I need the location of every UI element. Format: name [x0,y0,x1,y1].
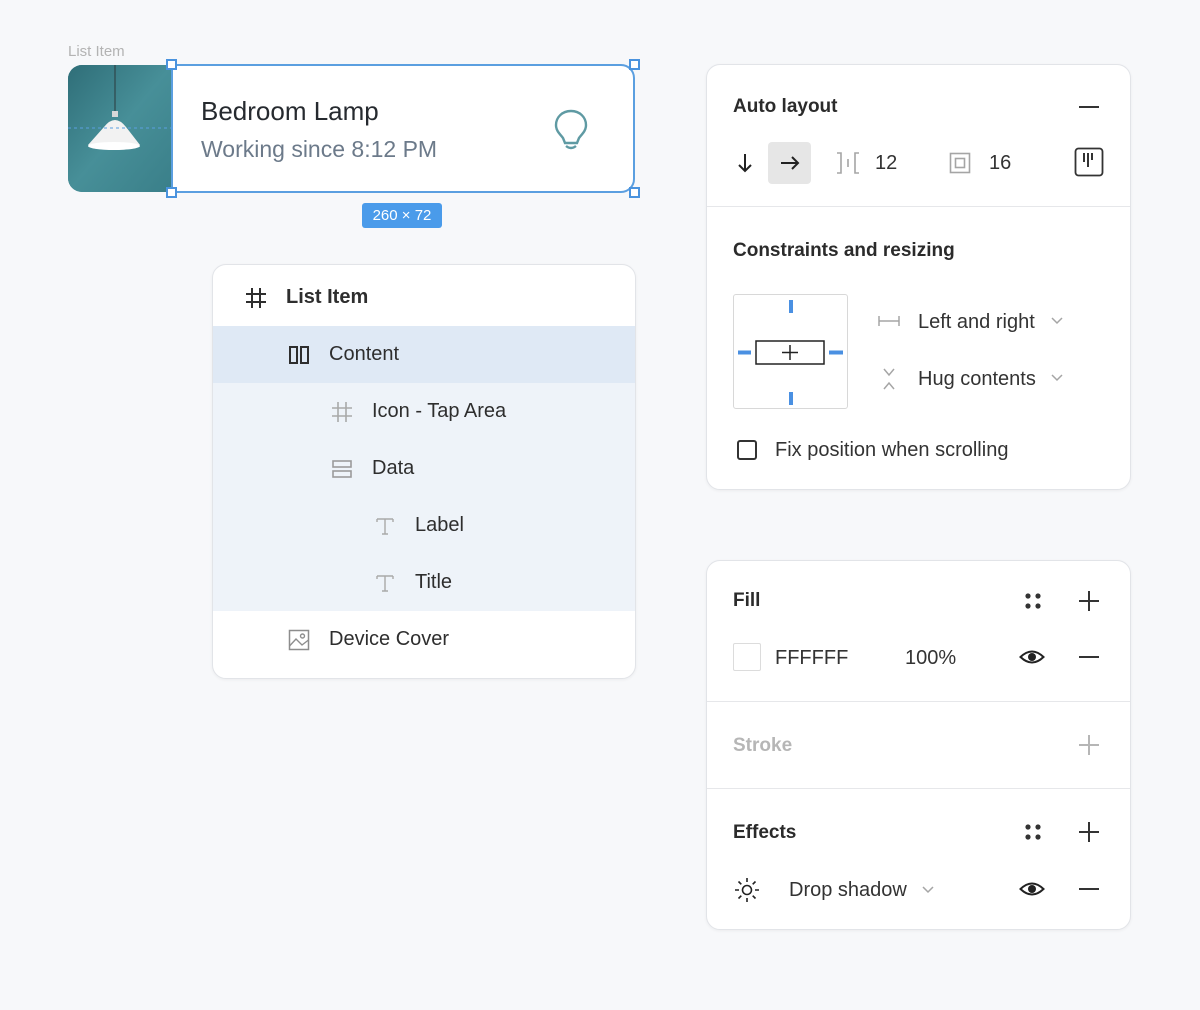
eye-icon [1019,650,1045,664]
layer-label: Data [372,457,415,479]
alignment-button[interactable] [1074,147,1104,177]
plus-icon [1079,591,1099,611]
layer-label: Content [329,343,400,365]
horizontal-constraint-icon [877,311,901,331]
lightbulb-icon[interactable] [553,108,589,155]
add-fill-button[interactable] [1075,587,1103,615]
fill-styles-button[interactable] [1019,587,1047,615]
layer-device-cover[interactable]: Device Cover [213,611,635,668]
chevron-down-icon[interactable] [1050,371,1064,385]
auto-layout-heading: Auto layout [733,96,838,117]
minus-icon [1079,106,1099,108]
rows-layout-icon [330,457,354,481]
card-subtitle: Working since 8:12 PM [201,136,438,162]
remove-effect-button[interactable] [1075,875,1103,903]
vertical-resize-icon [879,367,899,391]
layer-data[interactable]: Data [213,440,635,497]
padding-input[interactable]: 16 [989,152,1011,175]
frame-hash-icon [244,286,268,310]
plus-icon [1079,735,1099,755]
effect-styles-button[interactable] [1019,818,1047,846]
constraints-heading: Constraints and resizing [733,240,955,261]
fix-position-checkbox[interactable] [737,440,757,460]
frame-label[interactable]: List Item [68,43,125,60]
spacing-icon [835,151,861,175]
chevron-down-icon[interactable] [921,883,935,897]
layer-title-text[interactable]: Title [213,554,635,611]
effects-heading: Effects [733,822,797,843]
styles-grid-icon [1025,824,1041,840]
horizontal-constraint-select[interactable]: Left and right [918,311,1035,334]
sun-icon [735,878,759,902]
layer-icon-tap-area[interactable]: Icon - Tap Area [213,383,635,440]
resize-handle-bottom-left[interactable] [166,187,177,198]
columns-layout-icon [287,343,311,367]
fill-color-swatch[interactable] [733,643,761,671]
remove-auto-layout-button[interactable] [1075,93,1103,121]
layer-label: List Item [286,286,369,308]
minus-icon [1079,656,1099,658]
constraints-diagram-icon [738,300,843,405]
add-effect-button[interactable] [1075,818,1103,846]
effect-type-select[interactable]: Drop shadow [789,879,907,902]
fill-opacity-input[interactable]: 100% [905,647,956,670]
section-divider [707,206,1130,207]
layer-label: Icon - Tap Area [372,400,507,422]
constraints-widget[interactable] [733,294,848,409]
remove-fill-button[interactable] [1075,643,1103,671]
text-icon [373,514,397,538]
styles-grid-icon [1025,593,1041,609]
card-title: Bedroom Lamp [201,96,379,126]
direction-horizontal-button[interactable] [768,142,811,184]
add-stroke-button[interactable] [1075,731,1103,759]
stroke-heading: Stroke [733,735,793,756]
design-panel-appearance: Fill FFFFFF 100% Stroke Effects Drop sha… [706,560,1131,930]
layer-content[interactable]: Content [213,326,635,383]
layer-label: Label [415,514,464,536]
layer-list-item[interactable]: List Item [213,269,635,326]
resize-handle-top-right[interactable] [629,59,640,70]
device-cover-image[interactable] [68,65,172,192]
chevron-down-icon[interactable] [1050,314,1064,328]
layer-label-text[interactable]: Label [213,497,635,554]
direction-vertical-button[interactable] [733,151,757,175]
arrow-down-icon [738,154,752,173]
plus-icon [1079,822,1099,842]
arrow-right-icon [780,156,799,170]
effect-settings-button[interactable] [732,875,762,905]
layer-label: Title [415,571,453,593]
resize-handle-bottom-right[interactable] [629,187,640,198]
resize-handle-top-left[interactable] [166,59,177,70]
lamp-photo-icon [68,65,172,192]
spacing-input[interactable]: 12 [875,152,897,175]
alignment-icon [1074,147,1104,177]
toggle-fill-visibility-button[interactable] [1018,645,1046,669]
toggle-effect-visibility-button[interactable] [1018,877,1046,901]
section-divider [707,701,1130,702]
layer-label: Device Cover [329,628,450,650]
size-badge: 260 × 72 [362,203,442,228]
list-item-card[interactable]: Bedroom Lamp Working since 8:12 PM [171,64,635,193]
padding-icon [948,151,972,175]
text-icon [373,571,397,595]
section-divider [707,788,1130,789]
fill-hex-input[interactable]: FFFFFF [775,647,848,670]
layers-panel: List Item Content Icon - Tap Area Data L… [212,264,636,679]
design-panel-layout: Auto layout 12 16 Constraints and resizi… [706,64,1131,490]
eye-icon [1019,882,1045,896]
frame-hash-icon [330,400,354,424]
minus-icon [1079,888,1099,890]
image-icon [287,628,311,652]
vertical-resize-select[interactable]: Hug contents [918,368,1036,391]
fill-heading: Fill [733,590,761,611]
fix-position-label: Fix position when scrolling [775,439,1009,461]
